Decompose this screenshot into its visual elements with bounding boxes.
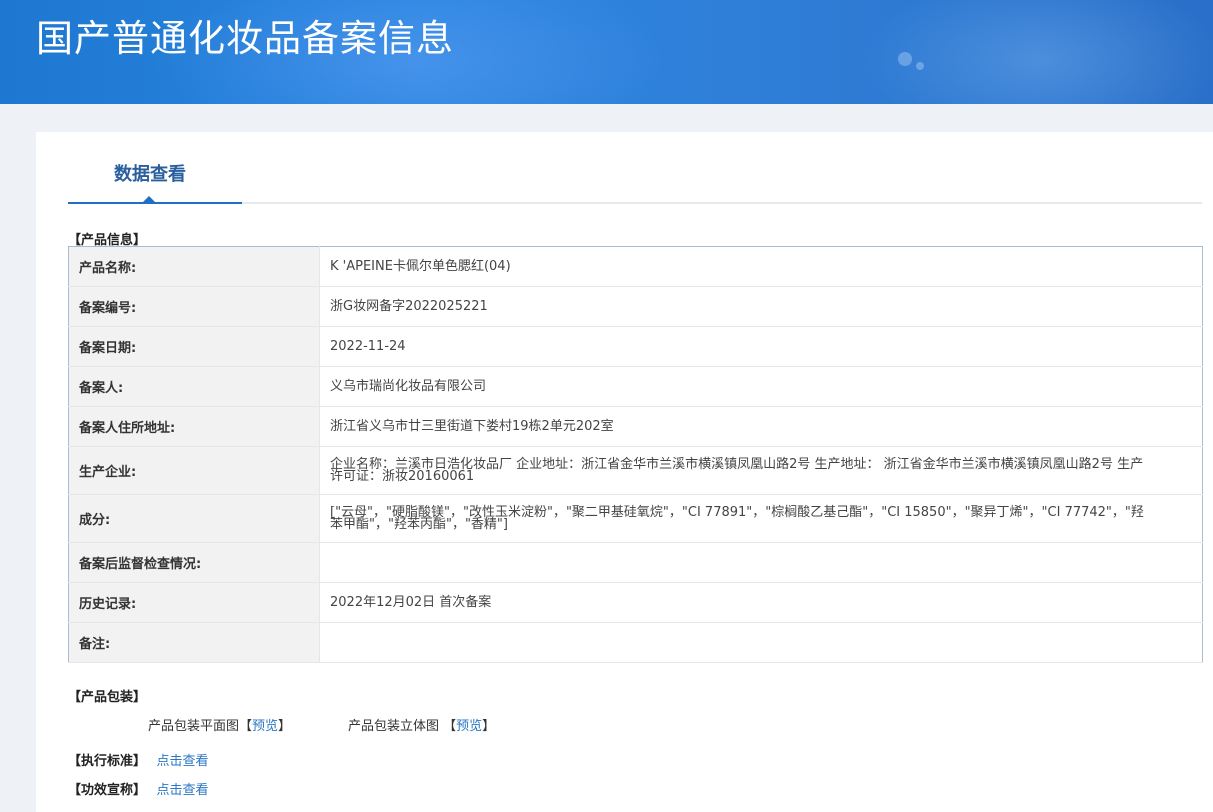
packaging-title: 【产品包装】	[68, 690, 147, 705]
row-label: 备案日期:	[68, 326, 320, 367]
row-label: 备案编号:	[68, 286, 320, 327]
row-value: 2022年12月02日 首次备案	[319, 582, 1203, 623]
efficacy-section: 【功效宣称】 点击查看	[68, 779, 209, 798]
row-label: 成分:	[68, 494, 320, 543]
table-row: 备注:	[68, 622, 1203, 663]
table-row: 备案人: 义乌市瑞尚化妆品有限公司	[68, 366, 1203, 407]
standard-title: 【执行标准】	[68, 754, 147, 769]
row-value	[319, 622, 1203, 663]
row-value: 2022-11-24	[319, 326, 1203, 367]
tab-label: 数据查看	[114, 164, 186, 185]
packaging-stereo-label: 产品包装立体图	[348, 719, 440, 734]
table-row: 备案日期: 2022-11-24	[68, 326, 1203, 367]
tab-bar: 数据查看	[68, 132, 1202, 204]
row-value: 浙江省义乌市廿三里街道下娄村19栋2单元202室	[319, 406, 1203, 447]
banner-decoration	[860, 0, 1213, 104]
tab-data-view[interactable]: 数据查看	[68, 132, 242, 204]
packaging-stereo-preview-link[interactable]: 预览	[456, 719, 482, 734]
content-card: 数据查看 【产品信息】 产品名称: K 'APEINE卡佩尔单色腮红(04) 备…	[36, 132, 1213, 812]
row-value	[319, 542, 1203, 583]
table-row: 备案人住所地址: 浙江省义乌市廿三里街道下娄村19栋2单元202室	[68, 406, 1203, 447]
row-label: 备案人:	[68, 366, 320, 407]
row-label: 生产企业:	[68, 446, 320, 495]
row-label: 产品名称:	[68, 246, 320, 287]
tab-active-indicator	[142, 196, 156, 203]
efficacy-title: 【功效宣称】	[68, 783, 147, 798]
table-row: 备案后监督检查情况:	[68, 542, 1203, 583]
table-row: 历史记录: 2022年12月02日 首次备案	[68, 582, 1203, 623]
table-row: 产品名称: K 'APEINE卡佩尔单色腮红(04)	[68, 246, 1203, 287]
banner-decoration	[916, 62, 924, 70]
banner-decoration	[898, 52, 912, 66]
row-value: ["云母"，"硬脂酸镁"，"改性玉米淀粉"，"聚二甲基硅氧烷"，"CI 7789…	[319, 494, 1203, 543]
row-value: K 'APEINE卡佩尔单色腮红(04)	[319, 246, 1203, 287]
table-row: 备案编号: 浙G妆网备字2022025221	[68, 286, 1203, 327]
standard-section: 【执行标准】 点击查看	[68, 750, 209, 769]
packaging-flat: 产品包装平面图【预览】	[148, 719, 292, 734]
standard-view-link[interactable]: 点击查看	[157, 754, 209, 769]
header-banner: 国产普通化妆品备案信息	[0, 0, 1213, 104]
table-row: 生产企业: 企业名称：兰溪市日浩化妆品厂 企业地址：浙江省金华市兰溪市横溪镇凤凰…	[68, 446, 1203, 495]
table-row: 成分: ["云母"，"硬脂酸镁"，"改性玉米淀粉"，"聚二甲基硅氧烷"，"CI …	[68, 494, 1203, 543]
row-label: 备案后监督检查情况:	[68, 542, 320, 583]
row-value: 义乌市瑞尚化妆品有限公司	[319, 366, 1203, 407]
row-label: 备案人住所地址:	[68, 406, 320, 447]
row-label: 备注:	[68, 622, 320, 663]
packaging-flat-preview-link[interactable]: 预览	[252, 719, 278, 734]
product-info-table: 产品名称: K 'APEINE卡佩尔单色腮红(04) 备案编号: 浙G妆网备字2…	[68, 246, 1203, 663]
row-value: 浙G妆网备字2022025221	[319, 286, 1203, 327]
packaging-flat-label: 产品包装平面图	[148, 719, 240, 734]
row-value: 企业名称：兰溪市日浩化妆品厂 企业地址：浙江省金华市兰溪市横溪镇凤凰山路2号 生…	[319, 446, 1203, 495]
row-label: 历史记录:	[68, 582, 320, 623]
efficacy-view-link[interactable]: 点击查看	[157, 783, 209, 798]
packaging-stereo: 产品包装立体图 【预览】	[348, 719, 496, 734]
page-title: 国产普通化妆品备案信息	[36, 17, 454, 60]
